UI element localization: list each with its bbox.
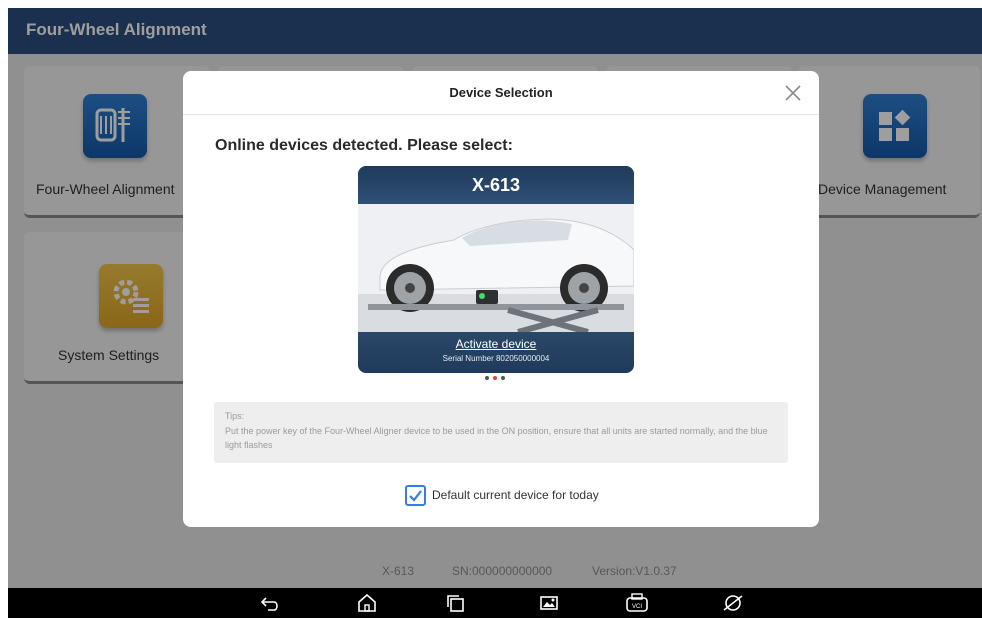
app-screen: Four-Wheel Alignment Four-Wheel Alignmen… [8, 8, 982, 618]
recent-apps-icon[interactable] [442, 592, 468, 614]
back-icon[interactable] [258, 592, 284, 614]
tips-label: Tips: [225, 411, 245, 421]
carousel-indicator [485, 376, 505, 380]
device-name: X-613 [471, 175, 521, 195]
svg-text:VCI: VCI [632, 604, 642, 610]
system-nav-bar: VCI [8, 588, 982, 618]
checkmark-icon [409, 489, 422, 502]
screenshot-icon[interactable] [536, 592, 562, 614]
carousel-dot-active[interactable] [493, 376, 497, 380]
default-device-label: Default current device for today [432, 488, 599, 502]
tips-box: Tips: Put the power key of the Four-Whee… [214, 402, 788, 463]
device-card-header: X-613 [358, 166, 634, 204]
serial-number: Serial Number 802050000004 [442, 354, 550, 363]
carousel-dot[interactable] [485, 376, 489, 380]
dialog-subtitle: Online devices detected. Please select: [215, 137, 513, 154]
dialog-title: Device Selection [449, 85, 553, 100]
device-card-footer: Activate device Serial Number 8020500000… [358, 332, 634, 373]
close-icon[interactable] [781, 81, 805, 105]
home-icon[interactable] [354, 592, 380, 614]
browser-icon[interactable] [720, 592, 746, 614]
device-selection-dialog: Device Selection Online devices detected… [183, 71, 819, 527]
car-on-lift-image [358, 204, 634, 335]
device-card[interactable]: X-613 Activate device Serial Number 8020… [358, 166, 634, 373]
vci-icon[interactable]: VCI [624, 592, 650, 614]
tips-text: Put the power key of the Four-Wheel Alig… [225, 426, 768, 450]
activate-device-link[interactable]: Activate device [358, 337, 634, 351]
default-device-checkbox[interactable] [405, 484, 426, 506]
carousel-dot[interactable] [501, 376, 505, 380]
dialog-header: Device Selection [183, 71, 819, 115]
default-device-checkbox-row[interactable]: Default current device for today [405, 483, 599, 507]
